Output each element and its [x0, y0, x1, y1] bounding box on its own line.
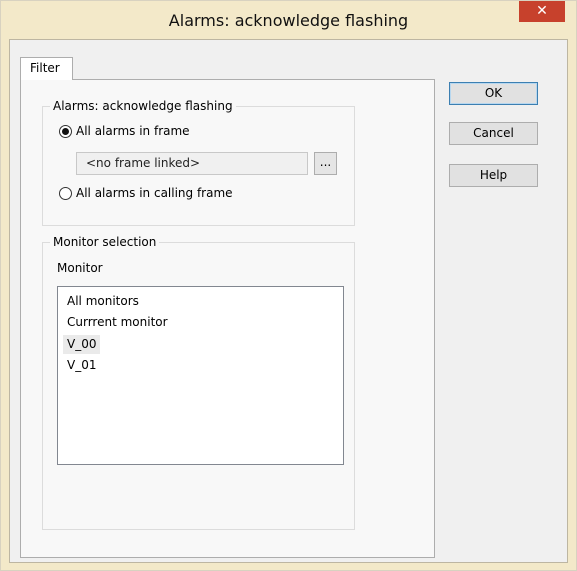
radio-all-alarms-in-calling-frame-label: All alarms in calling frame — [76, 186, 233, 200]
browse-frame-button[interactable]: ... — [314, 152, 337, 175]
monitor-selection-group: Monitor selection Monitor All monitors C… — [42, 235, 355, 530]
monitor-list-label: Monitor — [57, 261, 103, 275]
close-icon: ✕ — [536, 3, 548, 19]
radio-checked-icon[interactable] — [59, 124, 72, 138]
list-item[interactable]: Currrent monitor — [67, 313, 168, 332]
title-bar[interactable]: Alarms: acknowledge flashing ✕ — [1, 1, 576, 39]
cancel-button[interactable]: Cancel — [449, 122, 538, 145]
close-button[interactable]: ✕ — [519, 1, 565, 22]
list-item[interactable]: V_01 — [67, 356, 96, 375]
help-button[interactable]: Help — [449, 164, 538, 187]
radio-all-alarms-in-calling-frame[interactable]: All alarms in calling frame — [59, 186, 233, 200]
radio-all-alarms-in-frame-label: All alarms in frame — [76, 124, 190, 138]
radio-unchecked-icon[interactable] — [59, 186, 72, 200]
ack-group-legend: Alarms: acknowledge flashing — [50, 99, 236, 113]
dialog-window: Alarms: acknowledge flashing ✕ Filter Al… — [0, 0, 577, 571]
tab-filter[interactable]: Filter — [20, 57, 73, 80]
window-title: Alarms: acknowledge flashing — [168, 11, 409, 30]
frame-link-field: <no frame linked> — [76, 152, 308, 175]
radio-all-alarms-in-frame[interactable]: All alarms in frame — [59, 124, 190, 138]
list-item[interactable]: V_00 — [63, 335, 101, 354]
ok-button[interactable]: OK — [449, 82, 538, 105]
filter-tab-panel: Alarms: acknowledge flashing All alarms … — [20, 79, 435, 558]
list-item[interactable]: All monitors — [67, 292, 139, 311]
dialog-client-area: Filter Alarms: acknowledge flashing All … — [9, 39, 568, 563]
ack-flashing-group: Alarms: acknowledge flashing All alarms … — [42, 99, 355, 226]
monitor-listbox[interactable]: All monitors Currrent monitor V_00 V_01 — [57, 286, 344, 465]
monitor-group-legend: Monitor selection — [50, 235, 160, 249]
